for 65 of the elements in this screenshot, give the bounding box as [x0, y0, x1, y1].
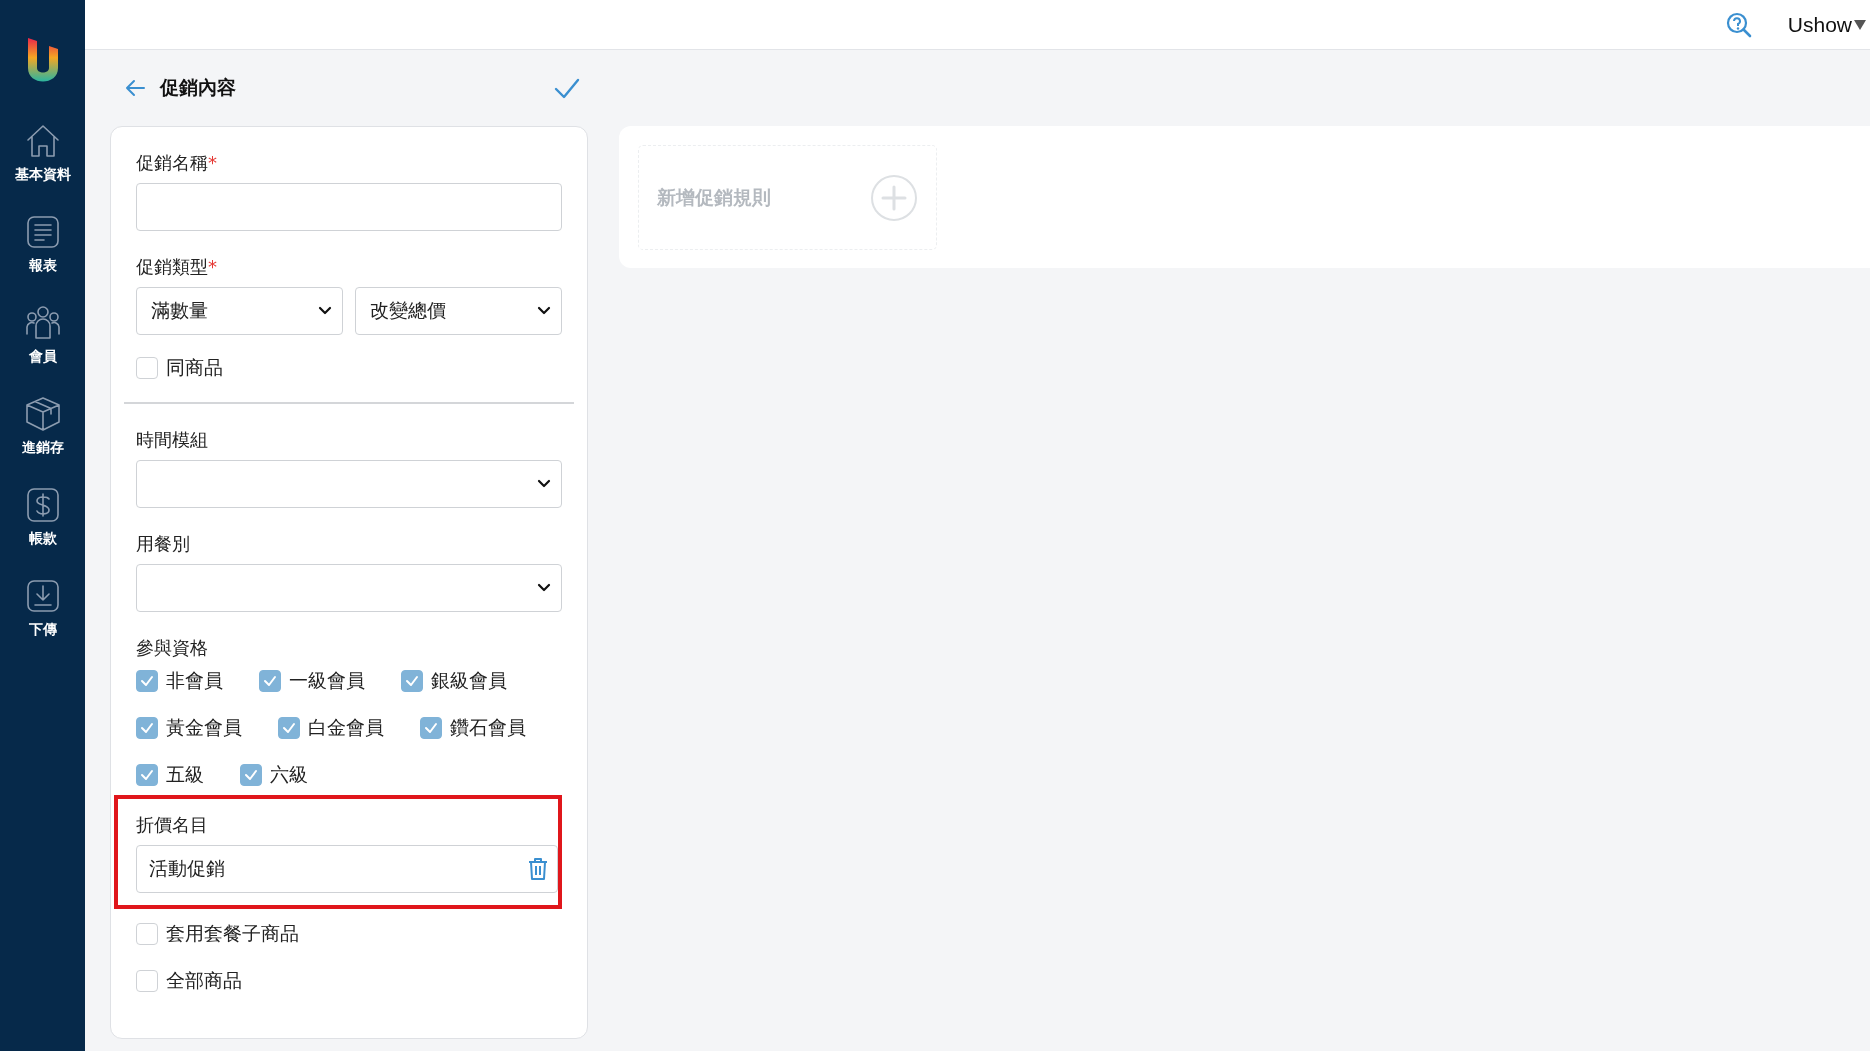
nav-label[interactable]: 基本資料	[14, 166, 71, 184]
check-icon	[140, 675, 154, 687]
checkbox-label[interactable]: 白金會員	[308, 715, 384, 741]
required-mark: *	[208, 152, 217, 173]
check-icon	[140, 769, 154, 781]
checkbox[interactable]	[136, 717, 158, 739]
checkbox[interactable]	[240, 764, 262, 786]
add-rule-label: 新增促銷規則	[657, 184, 771, 210]
required-mark: *	[208, 256, 217, 277]
dropdown[interactable]	[136, 564, 562, 612]
field-label: 參與資格	[136, 636, 209, 660]
check-icon	[140, 722, 154, 734]
checkbox[interactable]	[420, 717, 442, 739]
checkbox-label[interactable]: 五級	[166, 762, 204, 788]
checkbox[interactable]	[278, 717, 300, 739]
checkbox[interactable]	[136, 670, 158, 692]
people-icon[interactable]	[23, 304, 62, 342]
chevron-down-icon	[537, 479, 551, 489]
nav-label[interactable]: 進銷存	[21, 439, 64, 457]
checkbox-label[interactable]: 鑽石會員	[450, 715, 526, 741]
dropdown[interactable]: 改變總價	[355, 287, 562, 335]
checkbox[interactable]	[259, 670, 281, 692]
checkbox-label[interactable]: 一級會員	[289, 668, 365, 694]
nav-label[interactable]: 下傳	[28, 621, 57, 639]
field-label: 用餐別	[136, 532, 191, 556]
checkbox[interactable]	[136, 357, 158, 379]
nav-label[interactable]: 帳款	[28, 530, 57, 548]
checkbox[interactable]	[136, 923, 158, 945]
trash-icon[interactable]	[527, 857, 549, 881]
checkbox-label[interactable]: 銀級會員	[431, 668, 507, 694]
checkbox-label[interactable]: 非會員	[166, 668, 223, 694]
field-label: 促銷名稱*	[136, 151, 218, 175]
checkbox-label[interactable]: 同商品	[166, 355, 223, 381]
field-label: 折價名目	[136, 813, 209, 837]
check-icon	[282, 722, 296, 734]
input-field[interactable]	[136, 183, 562, 231]
dropdown[interactable]: 滿數量	[136, 287, 343, 335]
field-label: 時間模組	[136, 428, 209, 452]
dropdown[interactable]	[136, 460, 562, 508]
caret-icon	[1854, 19, 1866, 30]
field-label: 促銷類型*	[136, 255, 218, 279]
check-icon	[405, 675, 419, 687]
chevron-down-icon	[318, 306, 332, 316]
nav-label[interactable]: 報表	[28, 257, 57, 275]
nav-label[interactable]: 會員	[28, 348, 57, 366]
check-icon	[263, 675, 277, 687]
input-field[interactable]: 活動促銷	[136, 845, 558, 893]
logo-icon	[25, 38, 60, 84]
chevron-down-icon	[537, 306, 551, 316]
back-arrow-icon[interactable]	[124, 77, 146, 99]
page-title: 促銷內容	[160, 75, 237, 100]
checkbox[interactable]	[401, 670, 423, 692]
chevron-down-icon	[537, 583, 551, 593]
checkbox-label[interactable]: 六級	[270, 762, 308, 788]
checkbox-label[interactable]: 全部商品	[166, 968, 242, 994]
check-icon	[244, 769, 258, 781]
plus-icon[interactable]	[870, 173, 918, 222]
help-search-icon[interactable]	[1725, 11, 1752, 38]
check-icon	[424, 722, 438, 734]
box-icon[interactable]	[23, 395, 62, 433]
checkbox[interactable]	[136, 764, 158, 786]
checkbox-label[interactable]: 套用套餐子商品	[166, 921, 299, 947]
checkbox-label[interactable]: 黃金會員	[166, 715, 242, 741]
user-menu[interactable]: Ushow	[1787, 12, 1866, 37]
checkbox[interactable]	[136, 970, 158, 992]
